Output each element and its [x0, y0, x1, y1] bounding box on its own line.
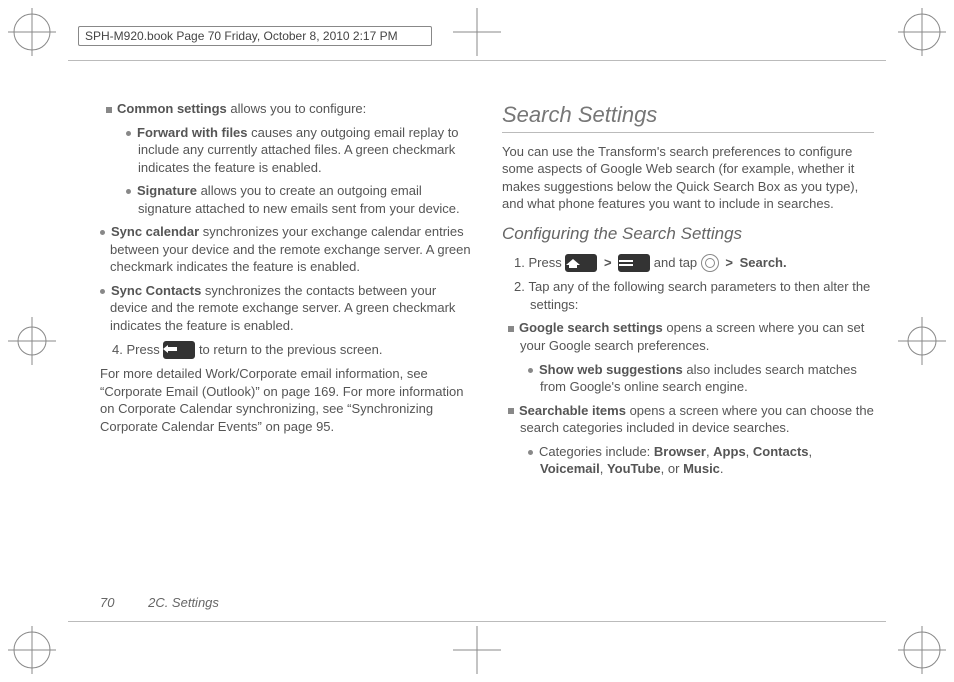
- menu-key-icon: [618, 254, 650, 272]
- square-bullet-icon: [106, 107, 112, 113]
- heading-search-settings: Search Settings: [502, 100, 874, 133]
- heading-configuring: Configuring the Search Settings: [502, 223, 874, 246]
- dot-bullet-icon: [528, 368, 533, 373]
- search-target-icon: [701, 254, 719, 272]
- chevron-right-icon: >: [725, 255, 733, 270]
- column-right: Search Settings You can use the Transfor…: [502, 100, 874, 582]
- dot-bullet-icon: [100, 289, 105, 294]
- para-search-intro: You can use the Transform's search prefe…: [502, 143, 874, 213]
- page-footer: 70 2C. Settings: [100, 595, 219, 610]
- chevron-right-icon: >: [604, 255, 612, 270]
- square-bullet-icon: [508, 408, 514, 414]
- bullet-categories: Categories include: Browser, Apps, Conta…: [502, 443, 874, 478]
- page-header-meta: SPH-M920.book Page 70 Friday, October 8,…: [78, 26, 432, 46]
- chapter-label: 2C. Settings: [148, 595, 219, 610]
- bullet-forward-with-files: Forward with files causes any outgoing e…: [100, 124, 472, 177]
- para-more-info: For more detailed Work/Corporate email i…: [100, 365, 472, 435]
- step-2: 2. Tap any of the following search param…: [502, 278, 874, 313]
- page-number: 70: [100, 595, 114, 610]
- crop-mark-ml: [8, 317, 56, 365]
- crop-mark-mr: [898, 317, 946, 365]
- bullet-signature: Signature allows you to create an outgoi…: [100, 182, 472, 217]
- bullet-sync-calendar: Sync calendar synchronizes your exchange…: [100, 223, 472, 276]
- bullet-show-web-suggestions: Show web suggestions also includes searc…: [502, 361, 874, 396]
- dot-bullet-icon: [528, 450, 533, 455]
- crop-mark-mt: [453, 8, 501, 56]
- bullet-sync-contacts: Sync Contacts synchronizes the contacts …: [100, 282, 472, 335]
- dot-bullet-icon: [126, 131, 131, 136]
- crop-mark-tr: [898, 8, 946, 56]
- crop-mark-br: [898, 626, 946, 674]
- crop-mark-bl: [8, 626, 56, 674]
- bullet-common-settings: Common settings allows you to configure:: [100, 100, 472, 118]
- bullet-searchable-items: Searchable items opens a screen where yo…: [502, 402, 874, 437]
- dot-bullet-icon: [126, 189, 131, 194]
- page-content: Common settings allows you to configure:…: [100, 100, 874, 582]
- column-left: Common settings allows you to configure:…: [100, 100, 472, 582]
- home-key-icon: [565, 254, 597, 272]
- step-1: 1. Press > and tap > Search.: [502, 254, 874, 273]
- step-4: 4. Press to return to the previous scree…: [100, 341, 472, 360]
- square-bullet-icon: [508, 326, 514, 332]
- crop-mark-tl: [8, 8, 56, 56]
- back-key-icon: [163, 341, 195, 359]
- bullet-google-search-settings: Google search settings opens a screen wh…: [502, 319, 874, 354]
- dot-bullet-icon: [100, 230, 105, 235]
- crop-mark-mb: [453, 626, 501, 674]
